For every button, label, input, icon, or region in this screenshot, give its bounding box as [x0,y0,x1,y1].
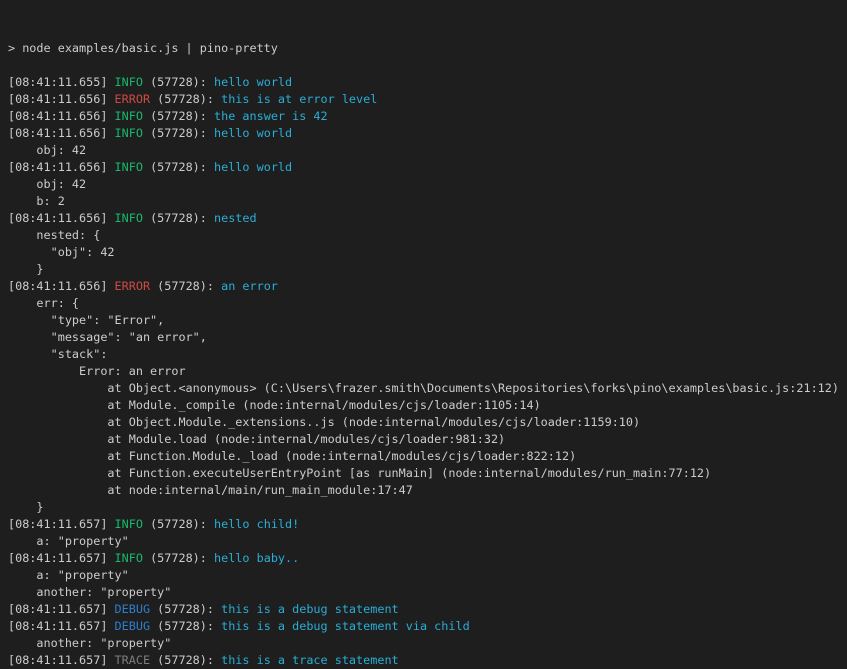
log-line: [08:41:11.657] DEBUG (57728): this is a … [8,618,847,635]
log-message: hello world [214,160,292,174]
log-line: [08:41:11.656] INFO (57728): nested [8,210,847,227]
log-timestamp: [08:41:11.657] [8,517,115,531]
log-timestamp: [08:41:11.657] [8,653,115,667]
log-line: [08:41:11.657] INFO (57728): hello child… [8,516,847,533]
log-detail-line: obj: 42 [8,176,847,193]
log-detail-line: at Object.Module._extensions..js (node:i… [8,414,847,431]
blank-line [8,57,847,74]
log-detail-line: b: 2 [8,193,847,210]
log-line: [08:41:11.656] ERROR (57728): this is at… [8,91,847,108]
log-level: ERROR [115,279,151,293]
log-message: hello world [214,75,292,89]
log-message: an error [221,279,278,293]
log-level: INFO [115,211,143,225]
log-line: [08:41:11.656] INFO (57728): the answer … [8,108,847,125]
log-timestamp: [08:41:11.656] [8,160,115,174]
log-pid: (57728): [150,619,221,633]
log-message: this is a trace statement [221,653,399,667]
log-detail-line: "type": "Error", [8,312,847,329]
log-message: nested [214,211,257,225]
log-level: DEBUG [115,619,151,633]
log-line: [08:41:11.657] TRACE (57728): this is a … [8,652,847,669]
log-message: this is a debug statement [221,602,399,616]
log-message: this is at error level [221,92,377,106]
log-detail-line: a: "property" [8,567,847,584]
terminal[interactable]: > node examples/basic.js | pino-pretty [… [0,0,847,669]
command-line: > node examples/basic.js | pino-pretty [8,40,847,57]
log-level: INFO [115,126,143,140]
log-pid: (57728): [143,126,214,140]
log-pid: (57728): [150,279,221,293]
log-timestamp: [08:41:11.657] [8,602,115,616]
log-message: this is a debug statement via child [221,619,470,633]
log-level: INFO [115,75,143,89]
log-timestamp: [08:41:11.657] [8,551,115,565]
log-timestamp: [08:41:11.656] [8,279,115,293]
terminal-output: > node examples/basic.js | pino-pretty [… [8,40,847,669]
log-pid: (57728): [150,602,221,616]
log-timestamp: [08:41:11.657] [8,619,115,633]
log-pid: (57728): [143,551,214,565]
log-message: the answer is 42 [214,109,328,123]
log-line: [08:41:11.655] INFO (57728): hello world [8,74,847,91]
log-detail-line: err: { [8,295,847,312]
log-detail-line: Error: an error [8,363,847,380]
log-pid: (57728): [143,211,214,225]
log-detail-line: at Module.load (node:internal/modules/cj… [8,431,847,448]
log-detail-line: "obj": 42 [8,244,847,261]
log-level: INFO [115,517,143,531]
log-detail-line: at Function.Module._load (node:internal/… [8,448,847,465]
log-level: DEBUG [115,602,151,616]
log-detail-line: at Function.executeUserEntryPoint [as ru… [8,465,847,482]
log-level: INFO [115,160,143,174]
log-timestamp: [08:41:11.656] [8,126,115,140]
log-detail-line: another: "property" [8,635,847,652]
log-detail-line: at node:internal/main/run_main_module:17… [8,482,847,499]
log-pid: (57728): [150,653,221,667]
log-line: [08:41:11.656] INFO (57728): hello world [8,125,847,142]
log-detail-line: at Object.<anonymous> (C:\Users\frazer.s… [8,380,847,397]
log-detail-line: obj: 42 [8,142,847,159]
log-pid: (57728): [143,75,214,89]
log-detail-line: "message": "an error", [8,329,847,346]
log-message: hello world [214,126,292,140]
log-pid: (57728): [143,109,214,123]
log-line: [08:41:11.656] INFO (57728): hello world [8,159,847,176]
log-level: INFO [115,551,143,565]
log-pid: (57728): [143,160,214,174]
log-detail-line: another: "property" [8,584,847,601]
log-detail-line: at Module._compile (node:internal/module… [8,397,847,414]
log-detail-line: } [8,261,847,278]
log-line: [08:41:11.657] INFO (57728): hello baby.… [8,550,847,567]
log-pid: (57728): [150,92,221,106]
log-detail-line: nested: { [8,227,847,244]
log-timestamp: [08:41:11.656] [8,211,115,225]
log-detail-line: "stack": [8,346,847,363]
log-timestamp: [08:41:11.656] [8,92,115,106]
log-level: TRACE [115,653,151,667]
log-timestamp: [08:41:11.656] [8,109,115,123]
log-pid: (57728): [143,517,214,531]
log-line: [08:41:11.656] ERROR (57728): an error [8,278,847,295]
log-detail-line: } [8,499,847,516]
log-level: ERROR [115,92,151,106]
log-detail-line: a: "property" [8,533,847,550]
log-timestamp: [08:41:11.655] [8,75,115,89]
log-line: [08:41:11.657] DEBUG (57728): this is a … [8,601,847,618]
log-message: hello baby.. [214,551,299,565]
log-level: INFO [115,109,143,123]
log-message: hello child! [214,517,299,531]
